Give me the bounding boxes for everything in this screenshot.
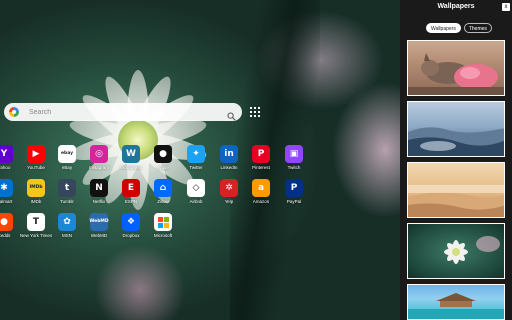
shortcut-label: Reddit bbox=[0, 233, 11, 238]
msn-icon: ✿ bbox=[58, 213, 76, 231]
nyt-icon: T bbox=[27, 213, 45, 231]
shortcut-label: Twitter bbox=[189, 165, 203, 170]
shortcut-label: New York Times bbox=[19, 233, 53, 238]
shortcut-label: Yelp bbox=[224, 199, 234, 204]
shortcut-label: Instagram bbox=[88, 165, 109, 170]
wordpress-icon: W bbox=[122, 145, 140, 163]
shortcut-tile[interactable]: ❖ Dropbox bbox=[115, 213, 147, 247]
shortcut-label: Zillow bbox=[157, 199, 169, 204]
linkedin-icon: in bbox=[220, 145, 238, 163]
shortcut-tile[interactable]: WebMD WebMD bbox=[83, 213, 115, 247]
shortcut-label: Pinterest bbox=[252, 165, 270, 170]
shortcut-label: MSN bbox=[62, 233, 72, 238]
netflix-icon: N bbox=[90, 179, 108, 197]
youtube-icon: ▶ bbox=[27, 145, 45, 163]
shortcut-label: LinkedIn bbox=[220, 165, 238, 170]
google-logo-icon bbox=[9, 107, 19, 117]
paypal-icon: P bbox=[285, 179, 303, 197]
dahlia-wallpaper-thumb[interactable] bbox=[407, 223, 505, 279]
shortcut-tile[interactable]: ✲ Yelp bbox=[213, 179, 245, 213]
airbnb-icon: ◇ bbox=[187, 179, 205, 197]
panel-title: Wallpapers bbox=[437, 3, 475, 10]
tab-themes[interactable]: Themes bbox=[463, 23, 492, 33]
shortcut-tile[interactable]: N Netflix bbox=[83, 179, 115, 213]
webmd-icon: WebMD bbox=[89, 213, 109, 231]
shortcut-label: Yahoo bbox=[0, 165, 11, 170]
search-icon[interactable] bbox=[227, 108, 236, 121]
shortcut-label: Netflix bbox=[92, 199, 106, 204]
shortcut-label: Wordpress bbox=[120, 165, 142, 170]
twitter-icon: ✦ bbox=[187, 145, 205, 163]
shortcut-tile[interactable]: ✦ Twitter bbox=[180, 145, 212, 179]
espn-icon: E bbox=[122, 179, 140, 197]
shortcut-label: Microsoft bbox=[153, 233, 173, 238]
shortcut-tile[interactable]: ebay eBay bbox=[51, 145, 83, 179]
imdb-icon: IMDb bbox=[27, 179, 45, 197]
instagram-icon: ◎ bbox=[90, 145, 108, 163]
shortcut-tile[interactable]: ✿ MSN bbox=[51, 213, 83, 247]
amazon-icon: a bbox=[252, 179, 270, 197]
panel-tabs: Wallpapers Themes bbox=[426, 23, 492, 33]
shortcut-label: WebMD bbox=[90, 233, 108, 238]
shortcut-tile[interactable]: ◎ Instagram bbox=[83, 145, 115, 179]
shortcut-tile[interactable]: in LinkedIn bbox=[213, 145, 245, 179]
pinterest-icon: P bbox=[252, 145, 270, 163]
zillow-icon: ⌂ bbox=[154, 179, 172, 197]
close-button[interactable]: x bbox=[502, 3, 510, 11]
shortcut-tile[interactable]: ● Reddit bbox=[0, 213, 20, 247]
shortcut-tile[interactable]: T New York Times bbox=[20, 213, 52, 247]
cat-wallpaper-thumb[interactable] bbox=[407, 40, 505, 96]
foggy-desert-wallpaper-thumb[interactable] bbox=[407, 162, 505, 218]
apple-icon: ● bbox=[154, 145, 172, 163]
shortcut-tile[interactable]: P Pinterest bbox=[245, 145, 277, 179]
shortcut-tile[interactable]: ◇ Airbnb bbox=[180, 179, 212, 213]
shortcut-tile[interactable]: ▶ YouTube bbox=[20, 145, 52, 179]
shortcut-label: YouTube bbox=[27, 165, 45, 170]
tab-wallpapers[interactable]: Wallpapers bbox=[426, 23, 461, 33]
shortcut-tile[interactable]: a Amazon bbox=[245, 179, 277, 213]
ebay-icon: ebay bbox=[58, 145, 76, 163]
tumblr-icon: t bbox=[58, 179, 76, 197]
shortcut-tile[interactable]: Microsoft bbox=[147, 213, 179, 247]
shortcut-tile[interactable]: Y Yahoo bbox=[0, 145, 20, 179]
apps-grid-icon[interactable] bbox=[250, 107, 260, 117]
shortcut-tile[interactable]: ✱ Walmart bbox=[0, 179, 20, 213]
shortcut-tile[interactable]: t Tumblr bbox=[51, 179, 83, 213]
yahoo-icon: Y bbox=[0, 145, 13, 163]
search-input[interactable] bbox=[29, 108, 227, 116]
microsoft-icon bbox=[154, 213, 172, 231]
shortcut-label: eBay bbox=[61, 165, 73, 170]
shortcut-label: Tumblr bbox=[60, 199, 74, 204]
reddit-icon: ● bbox=[0, 213, 13, 231]
search-bar[interactable] bbox=[4, 103, 242, 121]
shortcut-tile[interactable]: ⌂ Zillow bbox=[147, 179, 179, 213]
shortcut-label: Walmart bbox=[0, 199, 13, 204]
shortcut-tile[interactable]: W Wordpress bbox=[115, 145, 147, 179]
shortcut-label: Amazon bbox=[252, 199, 270, 204]
twitch-icon: ▣ bbox=[285, 145, 303, 163]
shortcut-tile[interactable]: ▣ Twitch bbox=[278, 145, 310, 179]
shortcut-label: Apple bbox=[157, 165, 169, 170]
shortcut-label: IMDb bbox=[30, 199, 42, 204]
shortcut-label: ESPN bbox=[124, 199, 138, 204]
shortcut-label: Airbnb bbox=[189, 199, 203, 204]
shortcut-tile[interactable]: E ESPN bbox=[115, 179, 147, 213]
shortcut-tile[interactable]: ● Apple bbox=[147, 145, 179, 179]
dropbox-icon: ❖ bbox=[122, 213, 140, 231]
shortcut-label: PayPal bbox=[286, 199, 302, 204]
shortcut-label: Twitch bbox=[287, 165, 301, 170]
yelp-icon: ✲ bbox=[220, 179, 238, 197]
shortcut-tile[interactable]: IMDb IMDb bbox=[20, 179, 52, 213]
shortcut-label: Dropbox bbox=[122, 233, 140, 238]
shortcut-tile[interactable]: P PayPal bbox=[278, 179, 310, 213]
tropical-resort-wallpaper-thumb[interactable] bbox=[407, 284, 505, 320]
rocky-coast-wallpaper-thumb[interactable] bbox=[407, 101, 505, 157]
walmart-icon: ✱ bbox=[0, 179, 13, 197]
